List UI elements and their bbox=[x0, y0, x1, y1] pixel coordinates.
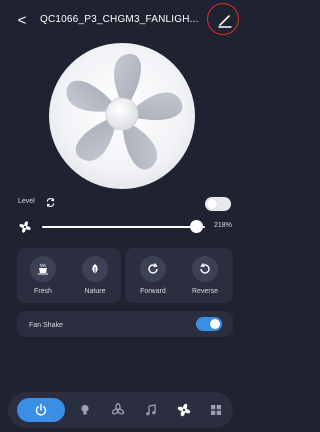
mode-forward[interactable]: Forward bbox=[127, 256, 179, 306]
fan-shake-toggle[interactable] bbox=[196, 317, 222, 331]
fan-illustration bbox=[48, 42, 196, 190]
speed-slider-row: 218% bbox=[0, 218, 241, 236]
header: < QC1066_P3_CHGM3_FANLIGH... bbox=[0, 0, 241, 42]
level-label: Level bbox=[18, 198, 35, 205]
speed-slider-track[interactable] bbox=[42, 226, 205, 228]
mode-reverse-label: Reverse bbox=[191, 288, 219, 295]
mode-card-right: Forward Reverse bbox=[125, 248, 233, 303]
bottom-nav bbox=[8, 392, 233, 428]
mode-nature[interactable]: Nature bbox=[69, 256, 121, 306]
mode-nature-circle bbox=[82, 256, 108, 282]
mode-reverse-circle bbox=[192, 256, 218, 282]
lightbulb-icon[interactable] bbox=[78, 403, 92, 417]
back-button[interactable]: < bbox=[14, 12, 30, 30]
toggle-knob bbox=[207, 199, 217, 209]
fan-speed-icon bbox=[19, 221, 31, 233]
rotate-forward-icon bbox=[148, 263, 158, 274]
highlight-circle bbox=[207, 3, 239, 35]
grid-icon[interactable] bbox=[209, 403, 223, 417]
cycle-icon[interactable] bbox=[45, 197, 56, 208]
level-row: Level bbox=[0, 196, 241, 214]
mode-card-left: Fresh Nature bbox=[17, 248, 121, 303]
mode-forward-circle bbox=[140, 256, 166, 282]
level-toggle[interactable] bbox=[205, 197, 231, 211]
leaf-icon bbox=[92, 264, 98, 274]
power-icon bbox=[35, 403, 47, 416]
fan-outline-icon[interactable] bbox=[111, 403, 125, 417]
fan-shake-card: Fan Shake bbox=[17, 311, 233, 337]
mode-fresh-circle bbox=[30, 256, 56, 282]
speed-slider-thumb[interactable] bbox=[190, 220, 204, 233]
mode-forward-label: Forward bbox=[140, 288, 166, 295]
fan-shake-label: Fan Shake bbox=[29, 322, 63, 329]
mode-fresh[interactable]: Fresh bbox=[17, 256, 69, 306]
mode-nature-label: Nature bbox=[84, 288, 106, 295]
speed-percent: 218% bbox=[214, 222, 232, 229]
cup-icon bbox=[38, 263, 48, 275]
mode-reverse[interactable]: Reverse bbox=[179, 256, 231, 306]
rotate-reverse-icon bbox=[200, 263, 210, 274]
mode-fresh-label: Fresh bbox=[34, 288, 52, 295]
power-button[interactable] bbox=[17, 398, 65, 422]
music-note-icon[interactable] bbox=[144, 403, 158, 417]
device-title: QC1066_P3_CHGM3_FANLIGH... bbox=[40, 14, 199, 25]
fan-icon[interactable] bbox=[177, 403, 191, 417]
toggle-knob bbox=[210, 319, 220, 329]
